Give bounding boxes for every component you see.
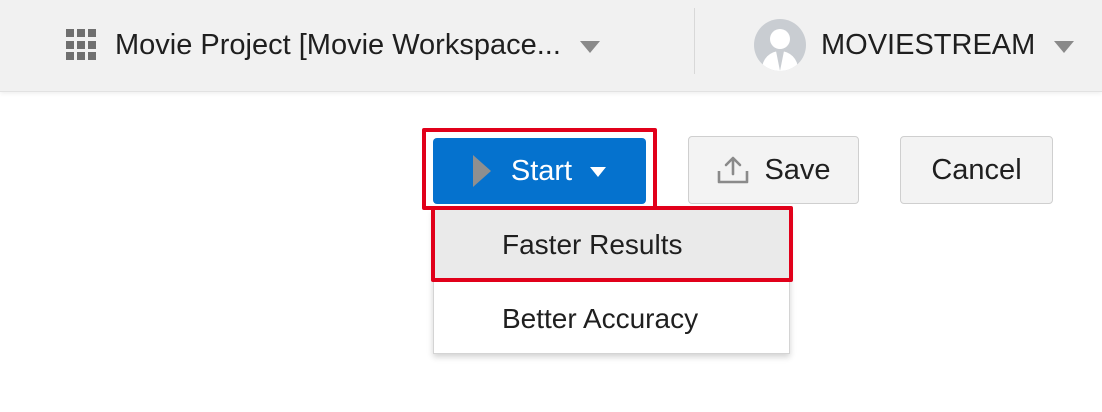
save-button[interactable]: Save: [688, 136, 859, 204]
avatar-icon: [754, 19, 806, 71]
menu-item-label: Faster Results: [502, 229, 683, 260]
project-switcher[interactable]: Movie Project [Movie Workspace...: [66, 22, 600, 68]
project-label: Movie Project [Movie Workspace...: [115, 28, 561, 61]
menu-item-better-accuracy[interactable]: Better Accuracy: [434, 284, 789, 354]
top-bar: Movie Project [Movie Workspace... MOVIES…: [0, 0, 1102, 92]
chevron-down-icon: [590, 167, 607, 177]
user-label: MOVIESTREAM: [821, 28, 1036, 61]
save-button-label: Save: [764, 153, 831, 186]
grid-icon: [66, 29, 98, 61]
chevron-down-icon: [579, 40, 600, 53]
start-button-label: Start: [510, 154, 573, 187]
upload-icon: [718, 156, 749, 184]
start-dropdown-menu: Faster Results Better Accuracy: [433, 209, 790, 354]
divider: [694, 8, 695, 74]
chevron-down-icon: [1054, 40, 1075, 53]
cancel-button[interactable]: Cancel: [900, 136, 1053, 204]
play-icon: [472, 155, 491, 187]
cancel-button-label: Cancel: [931, 153, 1022, 186]
start-button[interactable]: Start: [433, 138, 646, 204]
menu-item-faster-results[interactable]: Faster Results: [434, 210, 789, 280]
user-menu[interactable]: MOVIESTREAM: [754, 18, 1075, 72]
menu-item-label: Better Accuracy: [502, 303, 699, 334]
